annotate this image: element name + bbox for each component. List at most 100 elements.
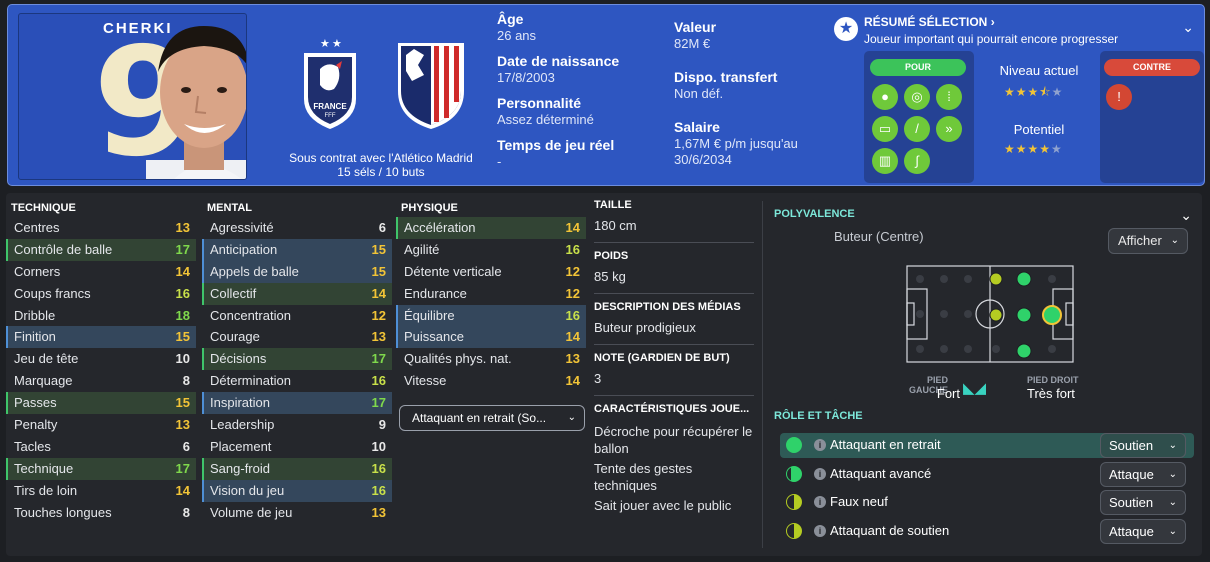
weight-value: 85 kg bbox=[594, 269, 626, 284]
pros-label: POUR bbox=[870, 59, 966, 76]
attributes-panel: TECHNIQUE Centres 13 Contrôle de balle 17 … bbox=[6, 193, 1202, 556]
info-icon[interactable]: i bbox=[814, 496, 826, 508]
attr-row: Agilité 16 bbox=[404, 241, 580, 257]
tactics-trait-icon[interactable]: ▥ bbox=[872, 148, 898, 174]
pitch-trait-icon[interactable]: ▭ bbox=[872, 116, 898, 142]
attr-row: Leadership 9 bbox=[210, 417, 386, 433]
attr-row: Appels de balle 15 bbox=[202, 260, 392, 283]
potentiel-label: Potentiel bbox=[1013, 122, 1065, 137]
info-left: Âge 26 ans Date de naissance 17/8/2003 P… bbox=[497, 11, 657, 179]
attr-row: Tacles 6 bbox=[14, 438, 190, 454]
role-row-attaquant-en-retrait[interactable]: i Attaquant en retrait Soutien ⌄ bbox=[780, 433, 1194, 458]
duty-select[interactable]: Soutien ⌄ bbox=[1100, 433, 1186, 458]
salary-label: Salaire bbox=[674, 119, 720, 135]
player-photo: CHERKI 9 bbox=[18, 13, 247, 180]
dob-value: 17/8/2003 bbox=[497, 70, 555, 85]
contract-info: Sous contrat avec l'Atlético Madrid 15 s… bbox=[278, 151, 484, 179]
info-icon[interactable]: i bbox=[814, 525, 826, 537]
attr-row: Détente verticale 12 bbox=[404, 263, 580, 279]
attr-row: Collectif 14 bbox=[202, 282, 392, 305]
pitch-diagram bbox=[906, 265, 1074, 363]
player-trait: Tente des gestes techniques bbox=[594, 461, 693, 493]
attr-row: Agressivité 6 bbox=[210, 220, 386, 235]
attr-row: Puissance 14 bbox=[396, 326, 586, 349]
attr-row: Détermination 16 bbox=[210, 373, 386, 389]
target-trait-icon[interactable]: ◎ bbox=[904, 84, 930, 110]
value-value: 82M € bbox=[674, 36, 711, 51]
attr-row: Vitesse 14 bbox=[404, 373, 580, 389]
attr-row: Équilibre 16 bbox=[396, 304, 586, 327]
attr-row: Dribble 18 bbox=[14, 307, 190, 323]
player-trait: Décroche pour récupérer le ballon bbox=[594, 424, 753, 456]
nation-sub: FFF bbox=[325, 113, 336, 119]
attr-row: Penalty 13 bbox=[14, 417, 190, 433]
transfer-label: Dispo. transfert bbox=[674, 69, 778, 85]
info-icon[interactable]: i bbox=[814, 439, 826, 451]
height-value: 180 cm bbox=[594, 218, 637, 233]
nation-name: FRANCE bbox=[313, 102, 347, 111]
cons-label: CONTRE bbox=[1104, 59, 1200, 76]
attr-row: Coups francs 16 bbox=[14, 285, 190, 301]
polyvalence-panel: POLYVALENCE ⌄ Buteur (Centre) Afficher⌄ bbox=[774, 193, 1198, 556]
boots-icon: ◣◢ bbox=[963, 380, 987, 397]
media-label: DESCRIPTION DES MÉDIAS bbox=[594, 301, 741, 313]
selection-title-link[interactable]: RÉSUMÉ SÉLECTION › bbox=[864, 15, 995, 29]
role-rating-icon bbox=[786, 466, 802, 482]
mental-column: MENTAL Agressivité 6 Anticipation 15 Appel… bbox=[202, 199, 392, 523]
right-foot-label: PIED DROIT bbox=[1027, 375, 1079, 385]
attr-row: Touches longues 8 bbox=[14, 504, 190, 520]
role-highlight-select[interactable]: Attaquant en retrait (So... ⌄ bbox=[399, 405, 585, 431]
player-header: CHERKI 9 ★ ★ FRANCE FFF Sous contrat ave… bbox=[7, 4, 1205, 186]
right-foot-value: Très fort bbox=[1027, 386, 1075, 401]
duty-select[interactable]: Soutien ⌄ bbox=[1100, 490, 1186, 515]
svg-text:★: ★ bbox=[332, 37, 342, 50]
attr-row: Qualités phys. nat. 13 bbox=[404, 351, 580, 367]
footprint-trait-icon[interactable]: ⁞ bbox=[936, 84, 962, 110]
boot-trait-icon[interactable]: / bbox=[904, 116, 930, 142]
role-rating-icon bbox=[786, 494, 802, 510]
dob-label: Date de naissance bbox=[497, 53, 620, 69]
role-row-attaquant-avance[interactable]: i Attaquant avancé Attaque ⌄ bbox=[780, 462, 1194, 487]
atletico-crest-icon bbox=[398, 43, 464, 129]
role-rating-icon bbox=[786, 437, 802, 453]
selection-summary: ★ RÉSUMÉ SÉLECTION › Joueur important qu… bbox=[834, 9, 1204, 185]
niveau-label: Niveau actuel bbox=[999, 63, 1079, 78]
details-column: TAILLE 180 cm POIDS 85 kg DESCRIPTION DES … bbox=[594, 199, 754, 529]
shoes-trait-icon[interactable]: » bbox=[936, 116, 962, 142]
star-badge-icon: ★ bbox=[834, 17, 858, 41]
player-trait: Sait jouer avec le public bbox=[594, 498, 732, 513]
attr-row: Corners 14 bbox=[14, 263, 190, 279]
show-button[interactable]: Afficher ⌄ bbox=[1108, 228, 1188, 254]
value-label: Valeur bbox=[674, 19, 717, 35]
physique-column: PHYSIQUE Accélération 14 Agilité 16 Détent… bbox=[396, 199, 586, 392]
info-icon[interactable]: i bbox=[814, 468, 826, 480]
role-row-attaquant-de-soutien[interactable]: i Attaquant de soutien Attaque ⌄ bbox=[780, 519, 1194, 544]
column-divider bbox=[762, 201, 763, 548]
duty-select[interactable]: Attaque ⌄ bbox=[1100, 462, 1186, 487]
warning-trait-icon[interactable]: ! bbox=[1106, 84, 1132, 110]
personality-label: Personnalité bbox=[497, 95, 582, 111]
chevron-down-icon[interactable]: ⌄ bbox=[1180, 207, 1192, 224]
left-foot-value: Fort bbox=[936, 386, 960, 401]
attr-row: Contrôle de balle 17 bbox=[6, 238, 196, 261]
dribble-trait-icon[interactable]: ∫ bbox=[904, 148, 930, 174]
duty-select[interactable]: Attaque ⌄ bbox=[1100, 519, 1186, 544]
personality-value: Assez déterminé bbox=[497, 112, 594, 127]
chevron-down-icon: ⌄ bbox=[567, 412, 576, 423]
cons-panel: CONTRE ! bbox=[1100, 51, 1204, 183]
role-row-faux-neuf[interactable]: i Faux neuf Soutien ⌄ bbox=[780, 490, 1194, 515]
attr-row: Vision du jeu 16 bbox=[202, 479, 392, 502]
technique-column: TECHNIQUE Centres 13 Contrôle de balle 17 … bbox=[6, 199, 196, 523]
salary-value: 1,67M € p/m jusqu'au 30/6/2034 bbox=[674, 136, 798, 167]
info-right: Valeur 82M € Dispo. transfert Non déf. S… bbox=[674, 19, 814, 177]
attr-row: Tirs de loin 14 bbox=[14, 482, 190, 498]
height-label: TAILLE bbox=[594, 199, 632, 211]
attr-row: Jeu de tête 10 bbox=[14, 351, 190, 367]
attr-row: Courage 13 bbox=[210, 329, 386, 345]
attr-row: Finition 15 bbox=[6, 326, 196, 349]
physique-title: PHYSIQUE bbox=[401, 202, 458, 214]
attr-row: Endurance 12 bbox=[404, 285, 580, 301]
chevron-down-icon[interactable]: ⌄ bbox=[1182, 19, 1194, 36]
head-trait-icon[interactable]: ● bbox=[872, 84, 898, 110]
attr-row: Accélération 14 bbox=[396, 217, 586, 239]
